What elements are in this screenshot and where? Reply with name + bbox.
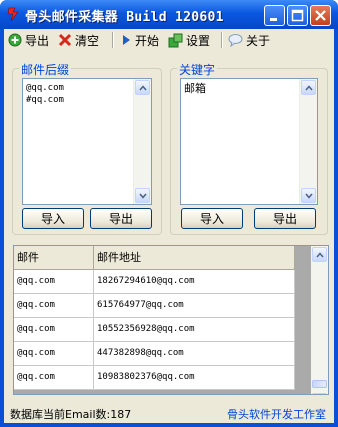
toolbar-export-label: 导出 — [25, 33, 50, 48]
toolbar: 导出 清空 开始 设置 关于 — [4, 29, 334, 51]
chevron-up-icon — [305, 85, 313, 91]
app-logo-icon — [7, 7, 19, 22]
cell-suffix: @qq.com — [14, 318, 94, 341]
app-window: 骨头邮件采集器 Build 120601 导出 清空 开始 设置 关于 邮件后缀… — [0, 0, 338, 427]
toolbar-clear-button[interactable]: 清空 — [58, 31, 99, 49]
puzzle-icon — [168, 33, 183, 47]
scroll-thumb[interactable] — [312, 380, 327, 388]
toolbar-about-button[interactable]: 关于 — [228, 31, 270, 49]
keyword-line: 邮箱 — [184, 82, 206, 95]
cell-suffix: @qq.com — [14, 270, 94, 293]
close-button[interactable] — [310, 5, 331, 26]
keyword-group: 关键字 邮箱 导入 导出 — [170, 61, 328, 235]
minimize-icon — [270, 18, 277, 21]
table-row[interactable]: @qq.com 447382898@qq.com — [14, 342, 295, 366]
suffix-export-label: 导出 — [108, 212, 133, 226]
toolbar-start-label: 开始 — [135, 33, 160, 48]
client-area: 导出 清空 开始 设置 关于 邮件后缀 @qq.com #qq.com 导入 导… — [4, 29, 334, 423]
chevron-down-icon — [139, 193, 147, 199]
toolbar-settings-label: 设置 — [186, 33, 211, 48]
status-bar: 数据库当前Email数:187 骨头软件开发工作室 — [4, 403, 334, 423]
cell-suffix: @qq.com — [14, 366, 94, 389]
toolbar-start-button[interactable]: 开始 — [120, 31, 159, 49]
scroll-up-arrow[interactable] — [312, 247, 327, 262]
toolbar-export-button[interactable]: 导出 — [8, 31, 49, 49]
toolbar-separator — [112, 32, 114, 48]
column-header-address[interactable]: 邮件地址 — [94, 246, 295, 269]
suffix-import-label: 导入 — [40, 212, 65, 226]
keyword-import-label: 导入 — [199, 212, 224, 226]
toolbar-clear-label: 清空 — [75, 33, 100, 48]
suffix-import-button[interactable]: 导入 — [22, 208, 84, 229]
cell-address: 615764977@qq.com — [94, 294, 295, 317]
speech-bubble-icon — [228, 34, 243, 47]
keyword-textarea[interactable]: 邮箱 — [180, 78, 318, 205]
title-bar[interactable]: 骨头邮件采集器 Build 120601 — [0, 0, 338, 29]
window-title: 骨头邮件采集器 Build 120601 — [25, 10, 224, 25]
suffix-textarea[interactable]: @qq.com #qq.com — [22, 78, 152, 205]
close-icon — [315, 10, 326, 21]
suffix-line: @qq.com — [26, 83, 64, 93]
suffix-scrollbar[interactable] — [133, 79, 151, 204]
suffix-line: #qq.com — [26, 95, 64, 105]
table-row[interactable]: @qq.com 10552356928@qq.com — [14, 318, 295, 342]
column-header-suffix[interactable]: 邮件 — [14, 246, 94, 269]
cell-address: 18267294610@qq.com — [94, 270, 295, 293]
chevron-down-icon — [305, 193, 313, 199]
keyword-export-label: 导出 — [272, 212, 297, 226]
red-x-icon — [58, 33, 72, 47]
maximize-button[interactable] — [287, 5, 308, 26]
blue-play-icon — [123, 35, 130, 45]
chevron-up-icon — [139, 85, 147, 91]
cell-suffix: @qq.com — [14, 294, 94, 317]
table-row[interactable]: @qq.com 10983802376@qq.com — [14, 366, 295, 390]
scroll-up-arrow[interactable] — [301, 80, 316, 95]
toolbar-about-label: 关于 — [246, 33, 271, 48]
keyword-lines: 邮箱 — [184, 82, 206, 95]
results-grid[interactable]: 邮件 邮件地址 @qq.com 18267294610@qq.com @qq.c… — [13, 245, 329, 395]
maximize-icon — [291, 9, 304, 22]
results-scrollbar[interactable] — [311, 246, 328, 394]
email-count-status: 数据库当前Email数:187 — [10, 408, 132, 421]
keyword-group-label: 关键字 — [177, 61, 218, 78]
minimize-button[interactable] — [264, 5, 285, 26]
scroll-up-arrow[interactable] — [135, 80, 150, 95]
cell-address: 10983802376@qq.com — [94, 366, 295, 389]
scroll-down-arrow[interactable] — [135, 188, 150, 203]
chevron-up-icon — [316, 252, 324, 258]
toolbar-settings-button[interactable]: 设置 — [168, 31, 210, 49]
toolbar-separator — [221, 32, 223, 48]
table-header-row: 邮件 邮件地址 — [14, 246, 295, 270]
suffix-lines: @qq.com #qq.com — [26, 82, 64, 106]
table-row[interactable]: @qq.com 18267294610@qq.com — [14, 270, 295, 294]
cell-suffix: @qq.com — [14, 342, 94, 365]
keyword-export-button[interactable]: 导出 — [254, 208, 316, 229]
scroll-down-arrow[interactable] — [312, 393, 327, 394]
keyword-scrollbar[interactable] — [299, 79, 317, 204]
suffix-export-button[interactable]: 导出 — [90, 208, 152, 229]
keyword-import-button[interactable]: 导入 — [181, 208, 243, 229]
results-table: 邮件 邮件地址 @qq.com 18267294610@qq.com @qq.c… — [14, 246, 295, 394]
suffix-group-label: 邮件后缀 — [19, 61, 72, 78]
suffix-group: 邮件后缀 @qq.com #qq.com 导入 导出 — [12, 61, 162, 235]
scroll-down-arrow[interactable] — [301, 188, 316, 203]
table-row[interactable]: @qq.com 615764977@qq.com — [14, 294, 295, 318]
cell-address: 447382898@qq.com — [94, 342, 295, 365]
cell-address: 10552356928@qq.com — [94, 318, 295, 341]
green-plus-circle-icon — [8, 33, 22, 47]
studio-credit[interactable]: 骨头软件开发工作室 — [227, 406, 326, 422]
